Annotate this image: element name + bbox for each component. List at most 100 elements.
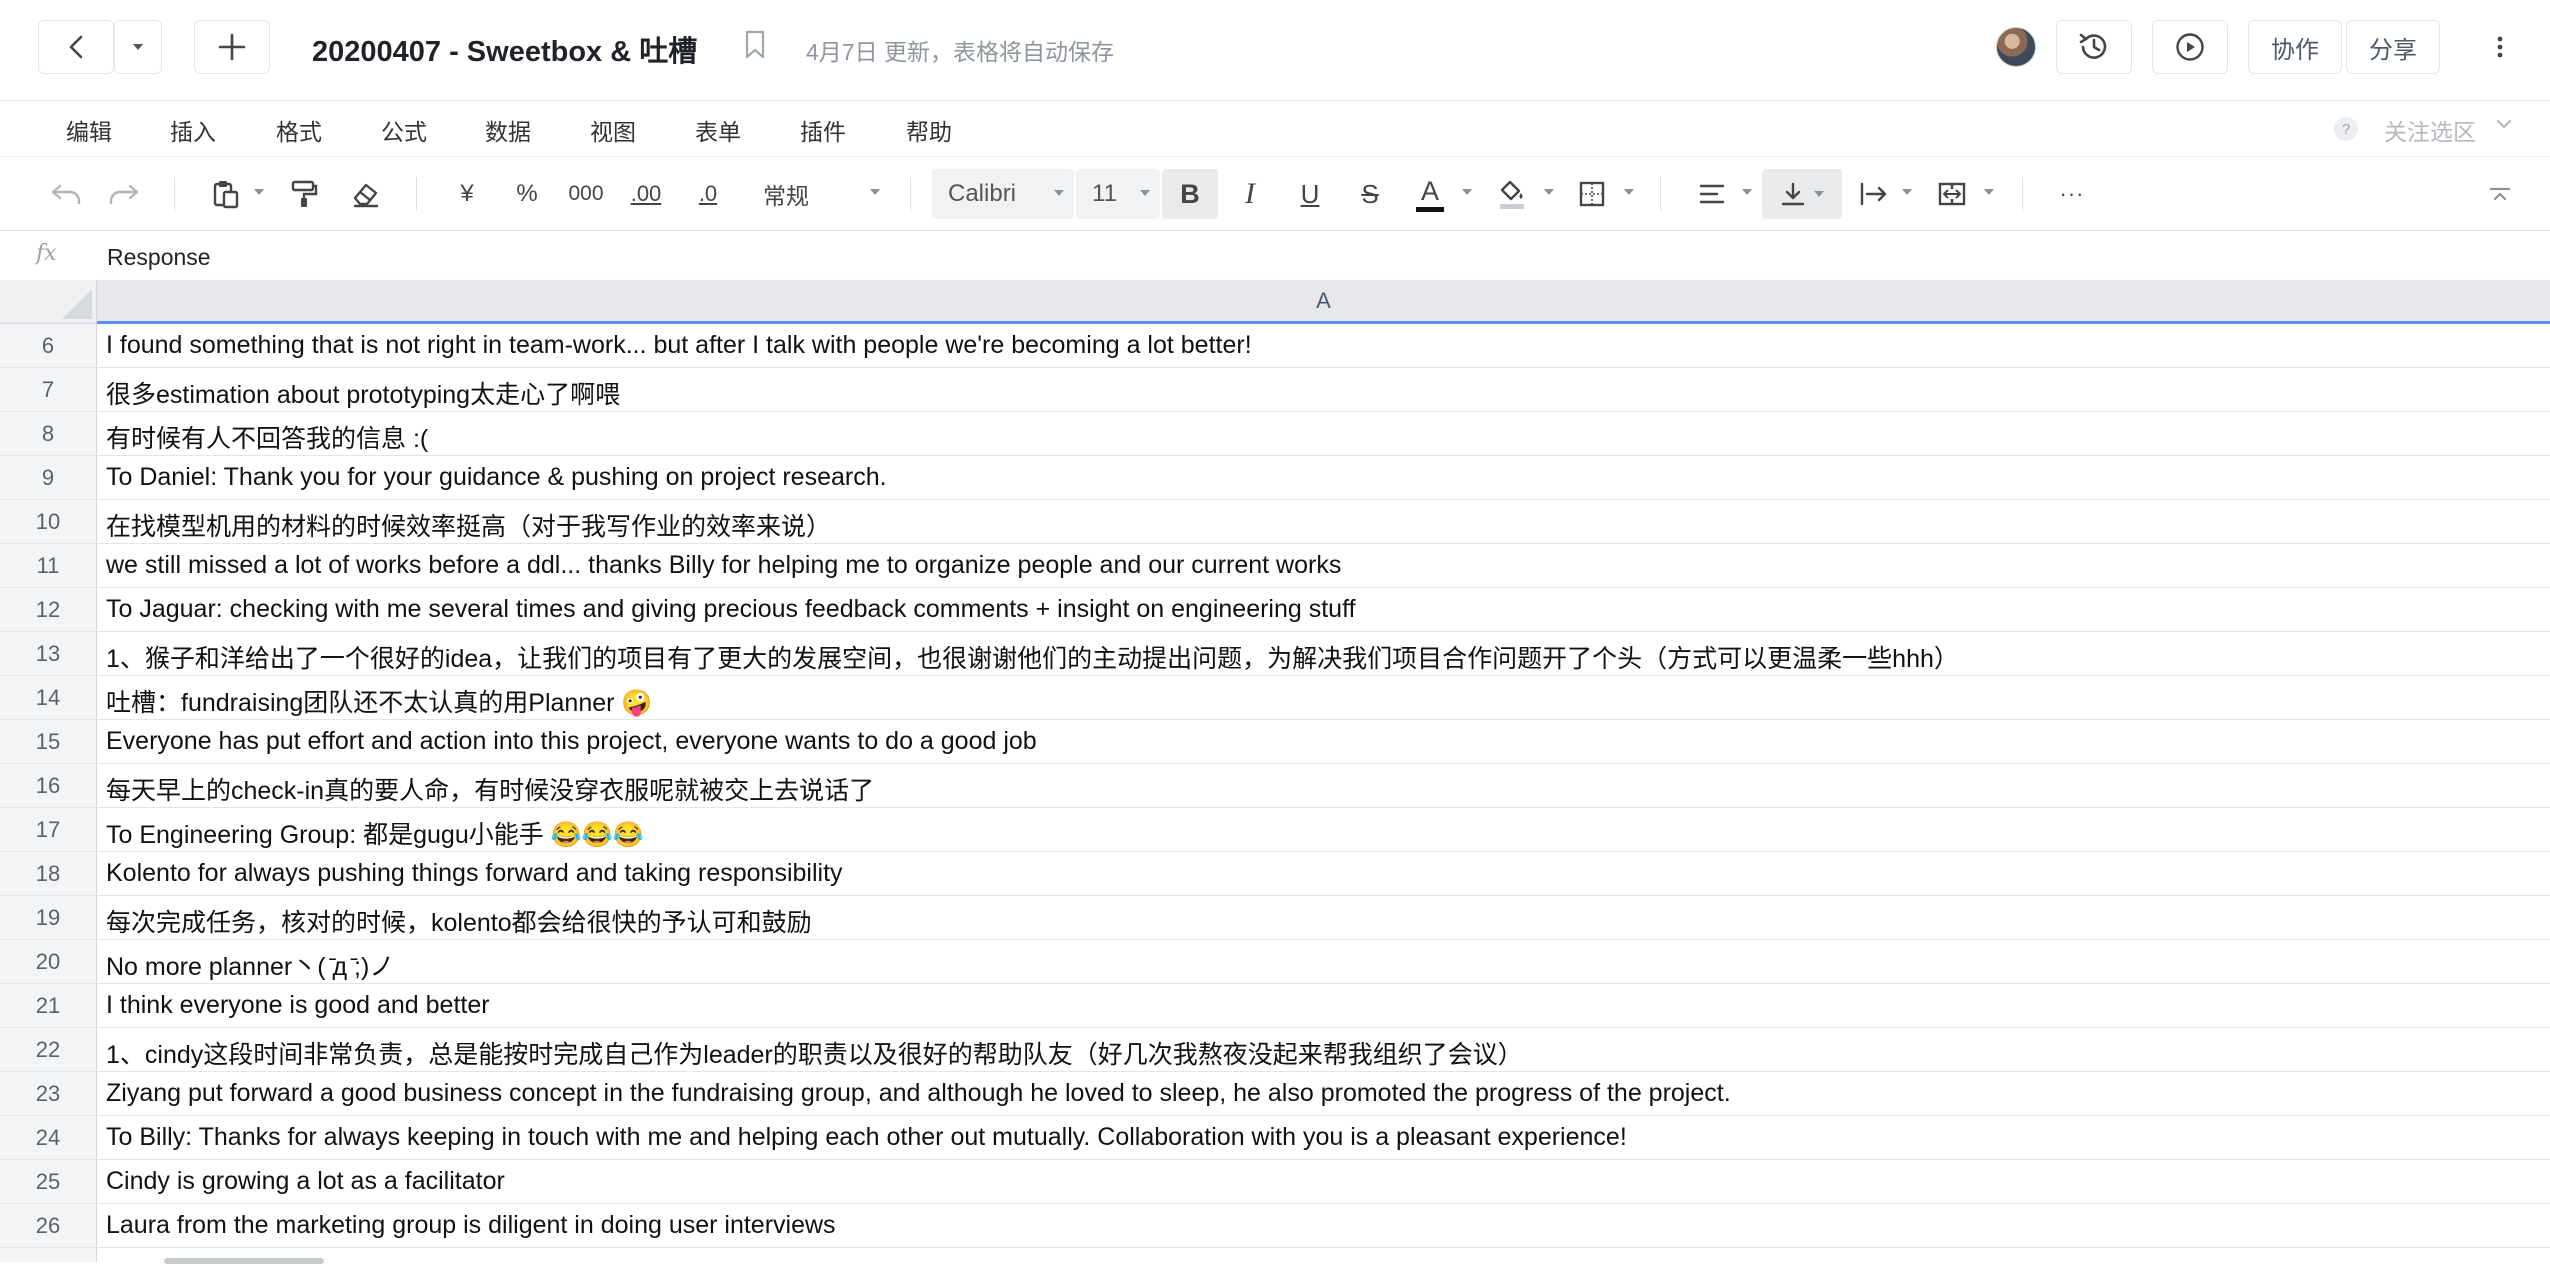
font-size-select[interactable]: 11 <box>1076 169 1160 219</box>
row-header[interactable]: 15 <box>0 720 97 763</box>
document-title[interactable]: 20200407 - Sweetbox & 吐槽 <box>312 28 697 70</box>
help-question-icon[interactable]: ? <box>2334 117 2358 141</box>
caret-down-icon[interactable] <box>1624 189 1634 196</box>
focus-area-button[interactable]: 关注选区 <box>2384 113 2476 147</box>
cell[interactable]: Laura from the marketing group is dilige… <box>106 1211 836 1240</box>
cell[interactable]: Kolento for always pushing things forwar… <box>106 859 843 888</box>
table-row[interactable]: 19 每次完成任务，核对的时候，kolento都会给很快的予认可和鼓励 <box>0 896 2550 940</box>
cell[interactable]: Cindy is growing a lot as a facilitator <box>106 1167 505 1196</box>
collaborate-button[interactable]: 协作 <box>2248 20 2342 74</box>
row-header[interactable]: 9 <box>0 456 97 499</box>
bold-button[interactable]: B <box>1162 169 1218 219</box>
thousands-separator-button[interactable]: 000 <box>562 173 610 215</box>
menu-edit[interactable]: 编辑 <box>66 113 112 147</box>
back-button[interactable] <box>38 20 114 74</box>
caret-down-icon[interactable] <box>254 189 264 196</box>
caret-down-icon[interactable] <box>1544 189 1554 196</box>
cell[interactable]: Everyone has put effort and action into … <box>106 727 1037 756</box>
table-row[interactable]: 12 To Jaguar: checking with me several ti… <box>0 588 2550 632</box>
italic-button[interactable]: I <box>1232 173 1268 215</box>
redo-button[interactable] <box>104 173 144 215</box>
more-menu-button[interactable] <box>2462 20 2538 74</box>
row-header[interactable]: 18 <box>0 852 97 895</box>
merge-cells-button[interactable] <box>1934 173 1970 215</box>
share-button[interactable]: 分享 <box>2346 20 2440 74</box>
undo-button[interactable] <box>46 173 86 215</box>
cell[interactable]: 有时候有人不回答我的信息 :( <box>106 419 428 455</box>
caret-down-icon[interactable] <box>1742 189 1752 196</box>
increase-decimal-button[interactable]: .00 <box>624 173 668 215</box>
row-header[interactable]: 19 <box>0 896 97 939</box>
menu-help[interactable]: 帮助 <box>906 113 952 147</box>
row-header[interactable]: 25 <box>0 1160 97 1203</box>
cell[interactable]: To Engineering Group: 都是gugu小能手 😂😂😂 <box>106 815 644 851</box>
decrease-decimal-button[interactable]: .0 <box>690 173 726 215</box>
table-row[interactable]: 10 在找模型机用的材料的时候效率挺高（对于我写作业的效率来说） <box>0 500 2550 544</box>
row-header[interactable]: 24 <box>0 1116 97 1159</box>
formula-input[interactable]: Response <box>107 244 211 271</box>
history-button[interactable] <box>2056 20 2132 74</box>
table-row[interactable]: 9 To Daniel: Thank you for your guidance … <box>0 456 2550 500</box>
cell[interactable]: 吐槽：fundraising团队还不太认真的用Planner 🤪 <box>106 683 653 719</box>
caret-down-icon[interactable] <box>870 189 880 196</box>
caret-down-icon[interactable] <box>1462 189 1472 196</box>
table-row[interactable]: 8 有时候有人不回答我的信息 :( <box>0 412 2550 456</box>
fill-color-button[interactable] <box>1494 173 1530 215</box>
table-row[interactable]: 26 Laura from the marketing group is dili… <box>0 1204 2550 1248</box>
table-row[interactable]: 22 1、cindy这段时间非常负责，总是能按时完成自己作为leader的职责以及… <box>0 1028 2550 1072</box>
bookmark-icon[interactable] <box>744 30 766 65</box>
cell[interactable]: I think everyone is good and better <box>106 991 490 1020</box>
column-header-a[interactable]: A <box>97 280 2550 324</box>
format-painter-button[interactable] <box>286 173 322 215</box>
row-header[interactable]: 6 <box>0 324 97 367</box>
table-row[interactable]: 14 吐槽：fundraising团队还不太认真的用Planner 🤪 <box>0 676 2550 720</box>
cell[interactable]: I found something that is not right in t… <box>106 331 1252 360</box>
vertical-align-button[interactable] <box>1762 169 1842 219</box>
table-row[interactable]: 23 Ziyang put forward a good business con… <box>0 1072 2550 1116</box>
caret-down-icon[interactable] <box>1984 189 1994 196</box>
underline-button[interactable]: U <box>1292 173 1328 215</box>
table-row[interactable]: 15 Everyone has put effort and action int… <box>0 720 2550 764</box>
row-header[interactable]: 8 <box>0 412 97 455</box>
menu-data[interactable]: 数据 <box>485 113 531 147</box>
horizontal-scrollbar[interactable] <box>164 1258 324 1264</box>
table-row[interactable]: 13 1、猴子和洋给出了一个很好的idea，让我们的项目有了更大的发展空间，也很谢… <box>0 632 2550 676</box>
row-header[interactable]: 23 <box>0 1072 97 1115</box>
row-header[interactable]: 12 <box>0 588 97 631</box>
row-header[interactable]: 10 <box>0 500 97 543</box>
menu-plugins[interactable]: 插件 <box>800 113 846 147</box>
history-dropdown-button[interactable] <box>114 20 162 74</box>
cell[interactable]: 很多estimation about prototyping太走心了啊喂 <box>106 375 620 411</box>
table-row[interactable]: 6 I found something that is not right in … <box>0 324 2550 368</box>
row-header[interactable]: 21 <box>0 984 97 1027</box>
font-family-select[interactable]: Calibri <box>932 169 1074 219</box>
table-row[interactable]: 24 To Billy: Thanks for always keeping in… <box>0 1116 2550 1160</box>
number-format-select[interactable]: 常规 <box>756 173 816 215</box>
table-row[interactable]: 11 we still missed a lot of works before … <box>0 544 2550 588</box>
cell[interactable]: 1、cindy这段时间非常负责，总是能按时完成自己作为leader的职责以及很好… <box>106 1035 1523 1071</box>
table-row[interactable]: 25 Cindy is growing a lot as a facilitato… <box>0 1160 2550 1204</box>
cell[interactable]: To Daniel: Thank you for your guidance &… <box>106 463 887 492</box>
cell[interactable]: we still missed a lot of works before a … <box>106 551 1341 580</box>
percent-format-button[interactable]: % <box>510 173 544 215</box>
clear-format-button[interactable] <box>348 173 384 215</box>
cell[interactable]: 每次完成任务，核对的时候，kolento都会给很快的予认可和鼓励 <box>106 903 812 939</box>
menu-view[interactable]: 视图 <box>590 113 636 147</box>
borders-button[interactable] <box>1574 173 1610 215</box>
cell[interactable]: Ziyang put forward a good business conce… <box>106 1079 1731 1108</box>
cell[interactable]: No more planner丶( ̄д ̄;)ノ <box>106 947 394 983</box>
row-header[interactable]: 13 <box>0 632 97 675</box>
paste-button[interactable] <box>208 173 244 215</box>
spreadsheet-grid[interactable]: A 6 I found something that is not right i… <box>0 280 2550 1264</box>
row-header[interactable]: 14 <box>0 676 97 719</box>
avatar[interactable] <box>1996 27 2036 67</box>
row-header[interactable]: 20 <box>0 940 97 983</box>
caret-down-icon[interactable] <box>1902 189 1912 196</box>
table-row[interactable]: 16 每天早上的check-in真的要人命，有时候没穿衣服呢就被交上去说话了 <box>0 764 2550 808</box>
row-header[interactable]: 26 <box>0 1204 97 1247</box>
table-row[interactable]: 20 No more planner丶( ̄д ̄;)ノ <box>0 940 2550 984</box>
row-header[interactable]: 17 <box>0 808 97 851</box>
menu-format[interactable]: 格式 <box>276 113 322 147</box>
table-row[interactable]: 21 I think everyone is good and better <box>0 984 2550 1028</box>
table-row[interactable]: 17 To Engineering Group: 都是gugu小能手 😂😂😂 <box>0 808 2550 852</box>
